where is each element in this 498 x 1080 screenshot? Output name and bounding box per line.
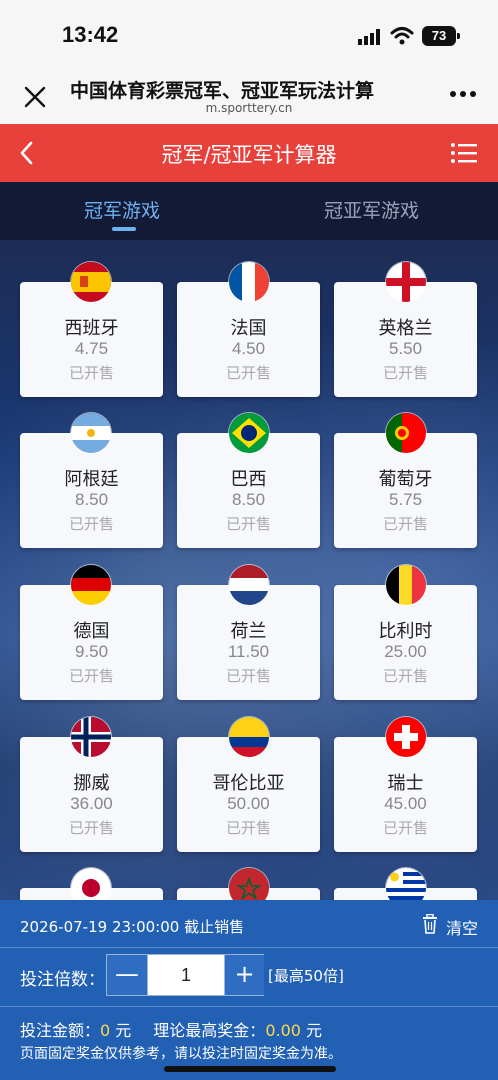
team-odds: 8.50 [74,490,109,509]
trash-icon[interactable] [422,914,438,934]
signal-icon [358,29,380,45]
team-odds: 45.00 [384,794,427,813]
morocco-flag-icon [229,868,269,900]
team-status: 已开售 [225,819,271,837]
app-header: 冠军/冠亚军计算器 [0,124,498,182]
team-odds: 50.00 [227,794,270,813]
browser-bar: 中国体育彩票冠军、冠亚军玩法计算 m.sporttery.cn [0,68,498,124]
portugal-flag-icon [386,413,426,453]
disclaimer-note: 页面固定奖金仅供参考，请以投注时固定奖金为准。 [20,1046,342,1062]
menu-icon[interactable] [450,141,478,165]
argentina-flag-icon [71,413,111,453]
team-grid: 西班牙 4.75 已开售 法国 4.50 已开售 英格兰 5.50 已开售 阿根… [0,240,498,900]
team-name: 比利时 [378,621,433,642]
bet-amount-label: 投注金额： [20,1021,101,1040]
clear-button[interactable]: 清空 [446,915,478,939]
team-odds: 9.50 [74,642,109,661]
home-indicator [164,1066,336,1072]
netherlands-flag-icon [229,565,269,605]
sale-deadline: 2026-07-19 23:00:00 截止销售 [20,918,245,936]
team-status: 已开售 [68,364,114,382]
team-odds: 5.75 [388,490,423,509]
team-odds: 36.00 [70,794,113,813]
england-flag-icon [386,262,426,302]
team-status: 已开售 [68,667,114,685]
team-odds: 25.00 [384,642,427,661]
team-name: 哥伦比亚 [212,773,285,794]
colombia-flag-icon [229,717,269,757]
team-status: 已开售 [382,819,428,837]
team-odds: 5.50 [388,339,423,358]
team-name: 挪威 [73,773,110,794]
team-name: 荷兰 [230,621,267,642]
team-status: 已开售 [382,364,428,382]
tab-champion[interactable]: 冠军游戏 [84,196,160,223]
status-bar: 13:42 73 [0,0,498,68]
divider [0,947,498,948]
japan-flag-icon [71,868,111,900]
team-status: 已开售 [382,515,428,533]
bet-panel: 2026-07-19 23:00:00 截止销售 清空 投注倍数： — 1 + … [0,900,498,1080]
belgium-flag-icon [386,565,426,605]
max-prize-unit: 元 [300,1021,323,1040]
team-status: 已开售 [68,819,114,837]
team-odds: 4.75 [74,339,109,358]
max-prize-label: 理论最高奖金： [153,1021,266,1040]
team-name: 法国 [230,318,267,339]
multiplier-stepper: — 1 + [106,954,264,996]
team-status: 已开售 [382,667,428,685]
team-status: 已开售 [225,667,271,685]
team-name: 巴西 [230,469,267,490]
team-name: 瑞士 [387,773,424,794]
switzerland-flag-icon [386,717,426,757]
team-name: 阿根廷 [64,469,119,490]
wifi-icon [390,27,414,45]
decrease-button[interactable]: — [107,955,148,995]
germany-flag-icon [71,565,111,605]
active-tab-indicator [112,227,136,231]
team-odds: 4.50 [231,339,266,358]
team-name: 西班牙 [64,318,119,339]
amount-summary: 投注金额：0 元 理论最高奖金：0.00 元 [20,1017,322,1041]
team-name: 德国 [73,621,110,642]
multiplier-max: [最高50倍] [268,967,344,985]
increase-button[interactable]: + [224,955,264,995]
team-name: 英格兰 [378,318,433,339]
game-tabs: 冠军游戏 冠亚军游戏 [0,182,498,240]
team-name: 葡萄牙 [378,469,433,490]
bet-amount-unit: 元 [110,1021,132,1040]
page-title: 中国体育彩票冠军、冠亚军玩法计算 [70,80,375,102]
brazil-flag-icon [229,413,269,453]
status-time: 13:42 [62,22,119,47]
bet-amount-value: 0 [100,1021,111,1040]
max-prize-value: 0.00 [265,1021,301,1040]
team-odds: 8.50 [231,490,266,509]
team-status: 已开售 [225,515,271,533]
multiplier-input[interactable]: 1 [148,955,224,995]
multiplier-label: 投注倍数： [20,970,105,990]
uruguay-flag-icon [386,868,426,900]
battery-icon: 73 [422,26,460,46]
norway-flag-icon [71,717,111,757]
spain-flag-icon [71,262,111,302]
header-title: 冠军/冠亚军计算器 [161,143,337,167]
more-icon[interactable] [449,90,477,98]
divider [0,1006,498,1007]
team-status: 已开售 [225,364,271,382]
tab-champion-runnerup[interactable]: 冠亚军游戏 [324,196,419,223]
france-flag-icon [229,262,269,302]
page-url: m.sporttery.cn [205,101,293,115]
team-odds: 11.50 [227,642,270,661]
team-status: 已开售 [68,515,114,533]
